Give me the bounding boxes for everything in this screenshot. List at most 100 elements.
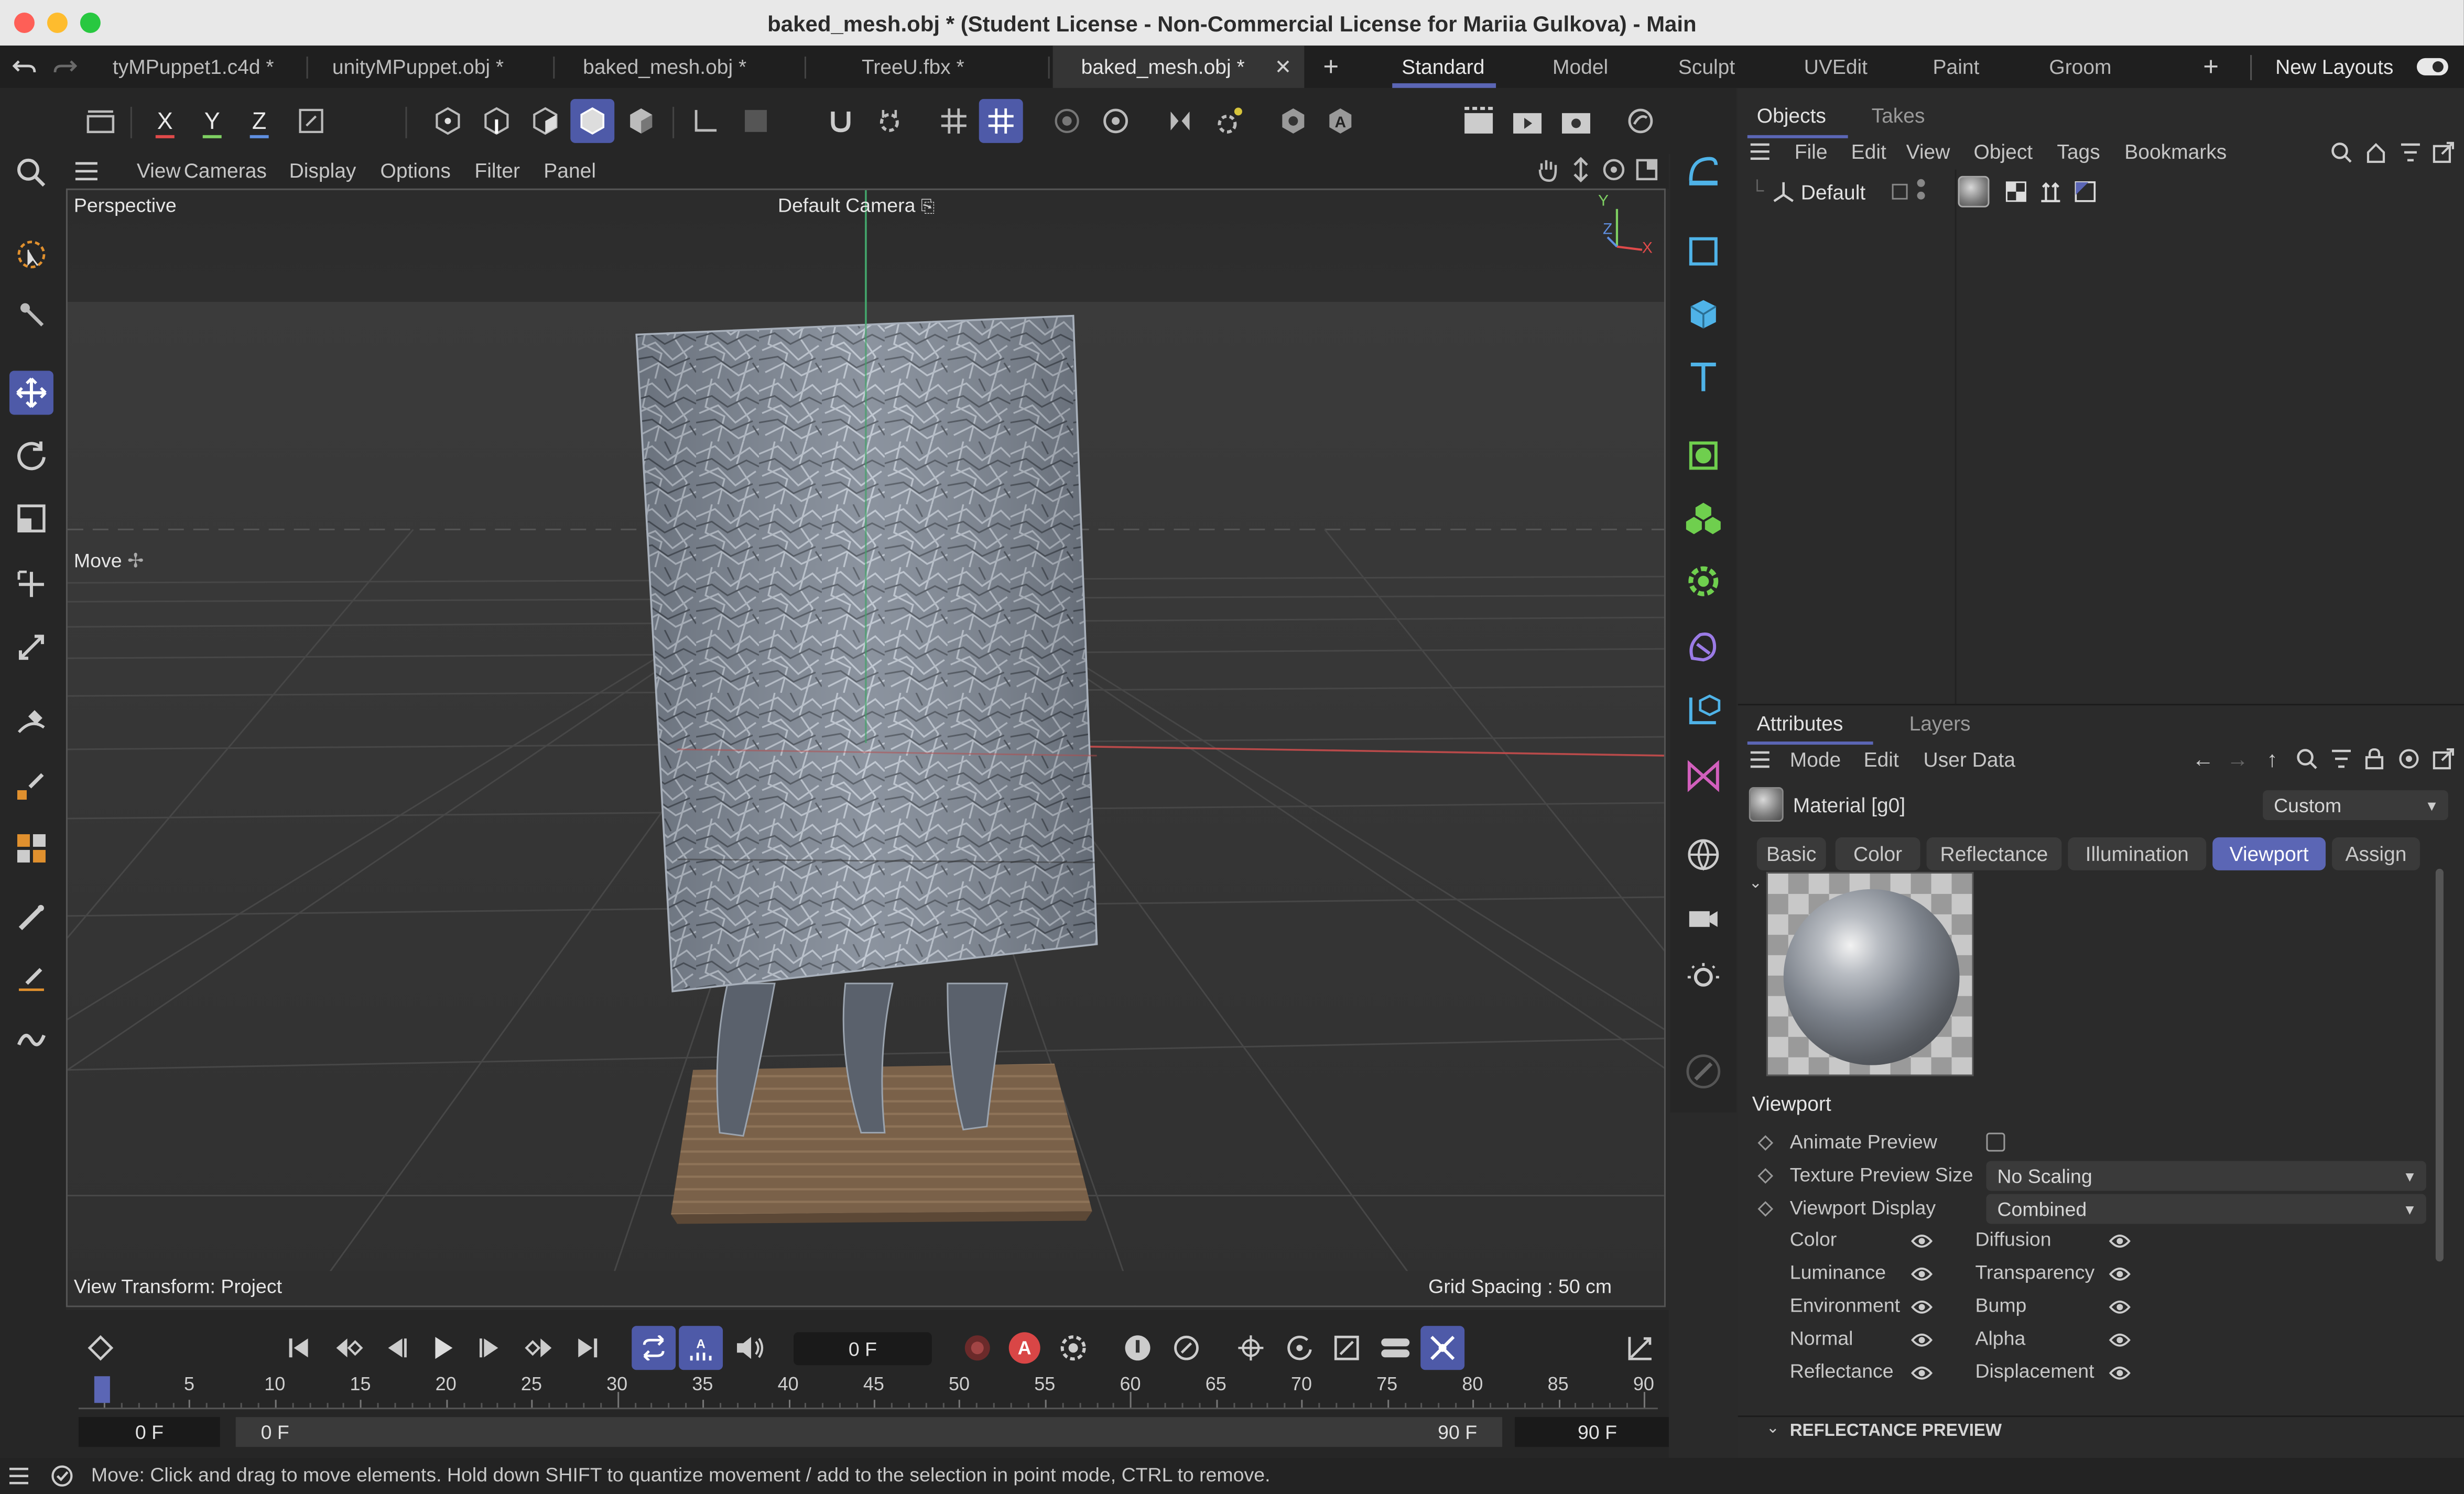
objects-menu-icon[interactable] <box>1747 138 1773 163</box>
dynamics-icon[interactable] <box>1681 754 1725 798</box>
cloner-icon[interactable] <box>1681 496 1725 540</box>
timeline-ruler[interactable]: 051015202530354045505560657075808590 <box>78 1373 1658 1411</box>
eye-icon[interactable] <box>2109 1299 2131 1315</box>
cube-primitive-icon[interactable] <box>1681 292 1725 336</box>
sketch-tool-icon[interactable] <box>9 1018 53 1062</box>
close-window-button[interactable] <box>14 12 35 33</box>
deformer-icon[interactable] <box>1681 625 1725 669</box>
text-tool-icon[interactable] <box>1681 355 1725 399</box>
objects-menu-tags[interactable]: Tags <box>2057 140 2100 163</box>
transform-tool-icon[interactable] <box>9 562 53 606</box>
objects-menu-bookmarks[interactable]: Bookmarks <box>2124 140 2227 163</box>
menu-cameras[interactable]: Cameras <box>184 159 267 182</box>
layer-toggle-icon[interactable] <box>1892 183 1908 200</box>
render-to-picture-viewer-icon[interactable] <box>1505 99 1549 143</box>
3d-viewport[interactable]: Perspective Default Camera ⎘ Move ✢ Y Z … <box>66 188 1666 1307</box>
eye-icon[interactable] <box>1911 1365 1933 1381</box>
live-selection-icon[interactable] <box>9 233 53 277</box>
animate-preview-key-icon[interactable] <box>1757 1135 1774 1151</box>
doc-tab-3[interactable]: baked_mesh.obj * <box>559 46 770 88</box>
spline-sketch-icon[interactable] <box>9 764 53 808</box>
layout-uvedit[interactable]: UVEdit <box>1804 46 1868 88</box>
model-mode-icon[interactable] <box>570 99 615 143</box>
doc-tab-4[interactable]: TreeU.fbx * <box>809 46 1017 88</box>
tab-takes[interactable]: Takes <box>1872 104 1925 127</box>
eye-icon[interactable] <box>1911 1299 1933 1315</box>
next-frame-icon[interactable] <box>468 1326 512 1370</box>
render-settings-icon[interactable] <box>1554 99 1598 143</box>
redo-icon[interactable] <box>50 53 79 82</box>
subdivision-surface-icon[interactable] <box>1681 433 1725 477</box>
attributes-scrollbar[interactable] <box>2435 868 2444 1262</box>
minimize-window-button[interactable] <box>47 12 68 33</box>
maximize-view-icon[interactable] <box>1633 156 1661 184</box>
object-mode-icon[interactable] <box>619 99 663 143</box>
normal-tag-icon[interactable] <box>2039 181 2061 203</box>
eye-icon[interactable] <box>1911 1332 1933 1348</box>
add-layout-icon[interactable]: + <box>2197 52 2225 82</box>
key-rotate-icon[interactable] <box>1277 1326 1321 1370</box>
attributes-search-icon[interactable] <box>2294 746 2319 771</box>
workplane-snap-icon[interactable] <box>979 99 1023 143</box>
soft-selection-icon[interactable] <box>1045 99 1089 143</box>
preset-dropdown[interactable]: Custom ▼ <box>2263 790 2448 820</box>
viewport-display-dropdown[interactable]: Combined ▼ <box>1986 1194 2426 1224</box>
texture-preview-size-key-icon[interactable] <box>1757 1168 1774 1184</box>
status-menu-icon[interactable] <box>6 1463 31 1488</box>
menu-display[interactable]: Display <box>289 159 356 182</box>
channel-tab-reflectance[interactable]: Reflectance <box>1926 837 2062 870</box>
menu-options[interactable]: Options <box>381 159 451 182</box>
home-icon[interactable] <box>2363 140 2389 165</box>
menu-panel[interactable]: Panel <box>544 159 596 182</box>
layout-standard[interactable]: Standard <box>1402 46 1484 88</box>
tab-layers[interactable]: Layers <box>1909 712 1971 735</box>
collapse-chevron-icon[interactable]: ⌄ <box>1749 875 1762 892</box>
objects-menu-view[interactable]: View <box>1906 140 1950 163</box>
back-arrow-icon[interactable]: ← <box>2190 746 2216 771</box>
attributes-filter-icon[interactable] <box>2329 746 2354 771</box>
key-move-icon[interactable] <box>1229 1326 1273 1370</box>
attributes-new-window-icon[interactable] <box>2431 746 2456 771</box>
up-arrow-icon[interactable]: ↑ <box>2260 746 2285 771</box>
tab-objects[interactable]: Objects <box>1757 104 1826 127</box>
render-visibility-dot[interactable] <box>1917 191 1925 200</box>
channel-tab-color[interactable]: Color <box>1835 837 1920 870</box>
doc-tab-2[interactable]: unityMPuppet.obj * <box>311 46 525 88</box>
field-object-icon[interactable] <box>1681 688 1725 732</box>
layout-paint[interactable]: Paint <box>1933 46 1980 88</box>
undo-icon[interactable] <box>9 53 38 82</box>
eye-icon[interactable] <box>1911 1233 1933 1249</box>
layout-groom[interactable]: Groom <box>2049 46 2111 88</box>
layouts-toggle[interactable] <box>2416 58 2448 75</box>
add-tab-icon[interactable]: + <box>1317 52 1345 82</box>
mograph-effector-icon[interactable] <box>1681 559 1725 603</box>
scale-tool-icon[interactable] <box>9 496 53 540</box>
spline-pen-icon[interactable] <box>9 701 53 745</box>
polygons-mode-icon[interactable] <box>523 99 567 143</box>
symmetry-icon[interactable] <box>1158 99 1202 143</box>
coordinate-system-icon[interactable] <box>289 99 333 143</box>
sky-environment-icon[interactable] <box>1681 833 1725 877</box>
texture-preview-size-dropdown[interactable]: No Scaling ▼ <box>1986 1161 2426 1191</box>
doc-tab-5[interactable]: baked_mesh.obj * ✕ <box>1052 45 1305 88</box>
key-point-level-icon[interactable] <box>1420 1326 1465 1370</box>
channel-tab-viewport[interactable]: Viewport <box>2212 837 2326 870</box>
z-axis-lock-button[interactable]: Z <box>237 99 281 143</box>
channel-tab-basic[interactable]: Basic <box>1756 837 1826 870</box>
y-axis-lock-button[interactable]: Y <box>190 99 234 143</box>
hamburger-menu-icon[interactable] <box>72 157 101 186</box>
objects-menu-edit[interactable]: Edit <box>1851 140 1886 163</box>
axis-mode-icon[interactable] <box>683 99 728 143</box>
timeline-editor-icon[interactable] <box>1619 1326 1663 1370</box>
phong-tag-icon[interactable] <box>2074 181 2096 203</box>
play-icon[interactable] <box>421 1326 465 1370</box>
clapboard-icon[interactable] <box>79 99 123 143</box>
symmetry-settings-icon[interactable] <box>1207 99 1251 143</box>
section-chevron-icon[interactable]: ⌄ <box>1766 1420 1779 1437</box>
scale-transform-icon[interactable] <box>9 625 53 669</box>
dolly-icon[interactable] <box>1567 156 1595 184</box>
texture-mode-icon[interactable] <box>734 99 778 143</box>
channel-tab-assign[interactable]: Assign <box>2332 837 2420 870</box>
attributes-menu-mode[interactable]: Mode <box>1790 748 1841 771</box>
attributes-menu-icon[interactable] <box>1747 746 1773 771</box>
